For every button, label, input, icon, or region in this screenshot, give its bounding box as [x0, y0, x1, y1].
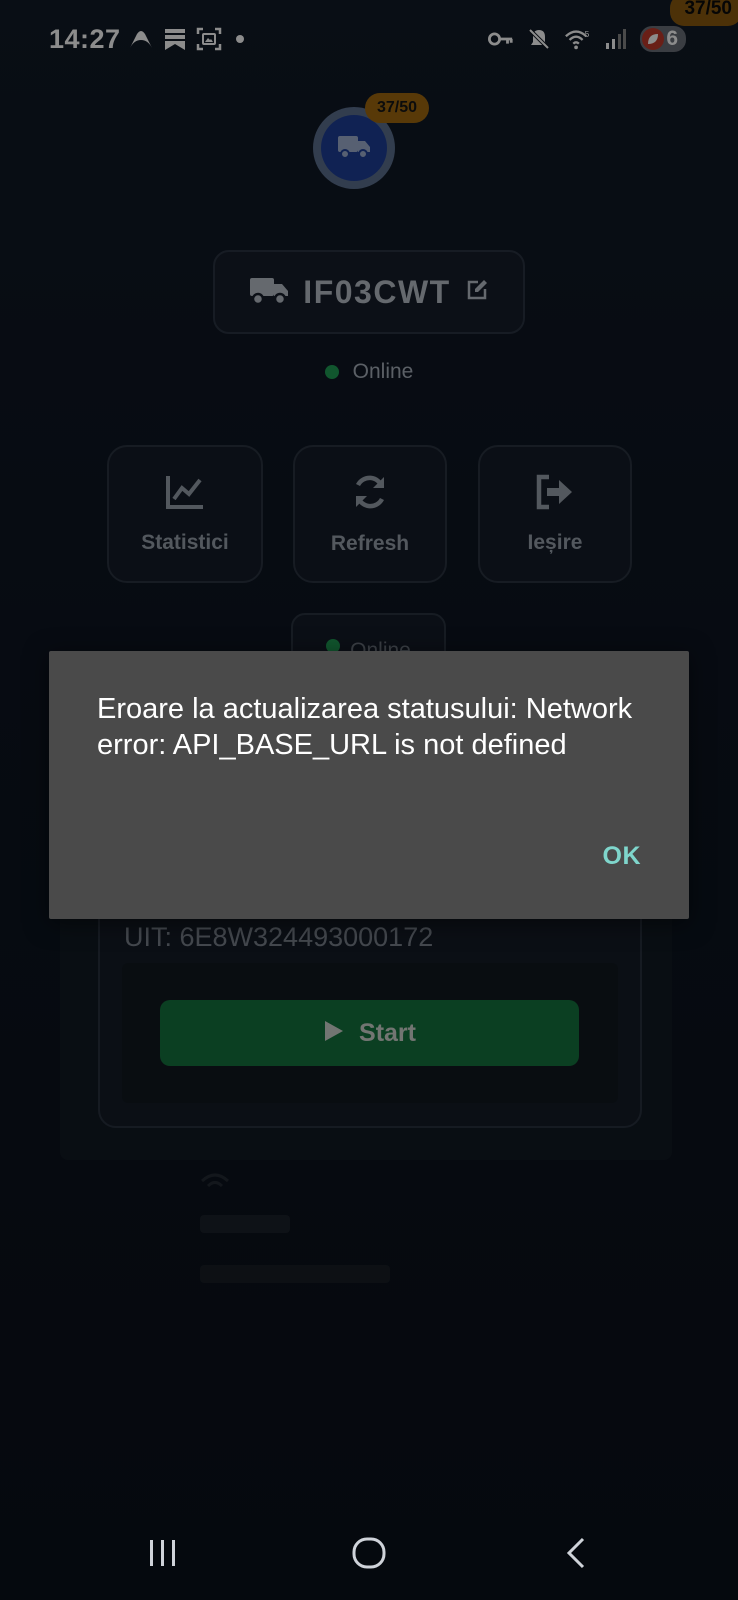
error-message: Eroare la actualizarea statusului: Netwo… [97, 693, 633, 761]
home-button[interactable] [344, 1530, 394, 1580]
back-button[interactable] [551, 1530, 601, 1580]
error-dialog: Eroare la actualizarea statusului: Netwo… [49, 651, 689, 919]
recents-button[interactable] [138, 1530, 188, 1580]
ok-button[interactable]: OK [603, 842, 642, 871]
back-icon [564, 1536, 588, 1575]
home-icon [351, 1536, 387, 1575]
system-nav-bar [0, 1510, 738, 1600]
recents-icon [147, 1538, 179, 1573]
